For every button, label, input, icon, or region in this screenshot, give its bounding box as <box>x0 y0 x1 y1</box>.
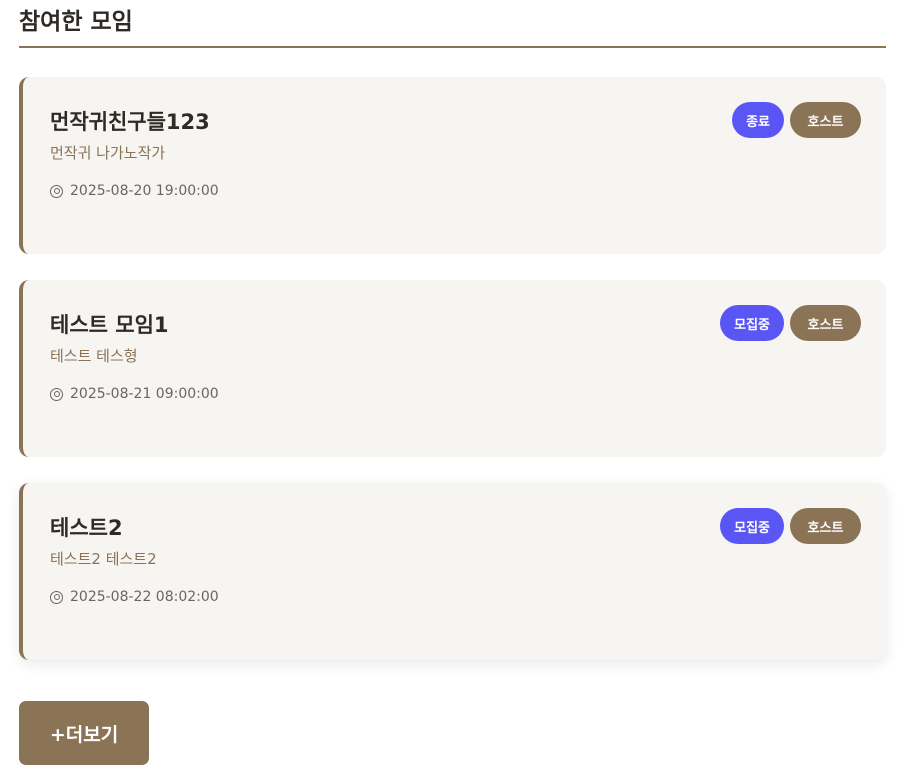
meeting-datetime-text: 2025-08-22 08:02:00 <box>70 589 219 605</box>
section-title: 참여한 모임 <box>19 0 886 48</box>
meeting-datetime-text: 2025-08-21 09:00:00 <box>70 386 219 402</box>
meeting-badges: 모집중 호스트 <box>720 508 861 544</box>
meeting-card[interactable]: 테스트 모임1 테스트 테스형 2025-08-21 09:00:00 모집중 … <box>19 280 886 457</box>
role-badge: 호스트 <box>790 305 861 341</box>
meeting-datetime: 2025-08-22 08:02:00 <box>50 587 860 607</box>
meeting-datetime-text: 2025-08-20 19:00:00 <box>70 183 219 199</box>
participated-meetings-section: 참여한 모임 먼작귀친구들123 먼작귀 나가노작가 2025-08-20 19… <box>19 0 886 686</box>
clock-icon <box>50 184 63 198</box>
meeting-datetime: 2025-08-21 09:00:00 <box>50 384 860 404</box>
status-badge: 모집중 <box>720 305 784 341</box>
meeting-datetime: 2025-08-20 19:00:00 <box>50 181 860 201</box>
role-badge: 호스트 <box>790 102 861 138</box>
meeting-list: 먼작귀친구들123 먼작귀 나가노작가 2025-08-20 19:00:00 … <box>19 77 886 660</box>
meeting-card[interactable]: 테스트2 테스트2 테스트2 2025-08-22 08:02:00 모집중 호… <box>19 483 886 660</box>
meeting-card[interactable]: 먼작귀친구들123 먼작귀 나가노작가 2025-08-20 19:00:00 … <box>19 77 886 254</box>
status-badge: 종료 <box>732 102 784 138</box>
clock-icon <box>50 387 63 401</box>
load-more-button[interactable]: +더보기 <box>19 701 149 765</box>
meeting-description: 테스트2 테스트2 <box>50 550 157 568</box>
clock-icon <box>50 590 63 604</box>
role-badge: 호스트 <box>790 508 861 544</box>
meeting-badges: 모집중 호스트 <box>720 305 861 341</box>
meeting-description: 테스트 테스형 <box>50 347 138 365</box>
meeting-badges: 종료 호스트 <box>732 102 861 138</box>
meeting-description: 먼작귀 나가노작가 <box>50 144 166 162</box>
status-badge: 모집중 <box>720 508 784 544</box>
